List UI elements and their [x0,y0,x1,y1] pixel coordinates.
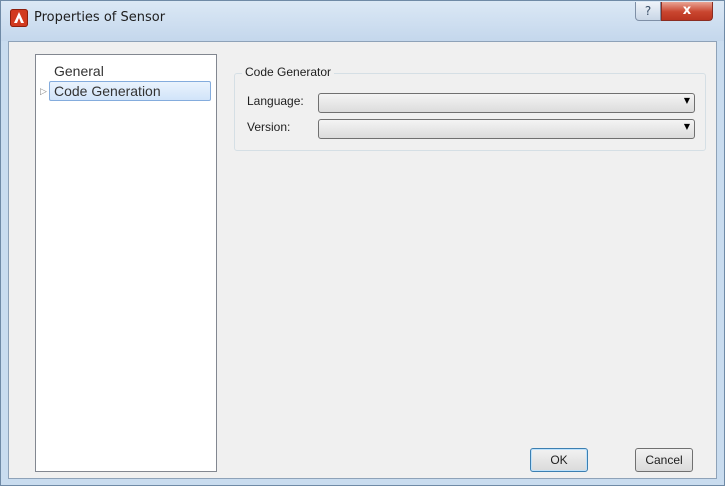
tree-item-label: General [54,63,104,79]
help-button[interactable]: ? [635,2,661,21]
dropdown-arrow-icon: ▼ [683,96,690,105]
expand-arrow-icon[interactable]: ▷ [40,81,47,101]
language-select[interactable]: ▼ [318,93,695,113]
version-label: Version: [247,120,291,134]
app-icon [10,9,28,27]
tree-item-code-generation[interactable]: ▷ Code Generation [36,81,214,101]
tree-item-general[interactable]: General [36,61,214,81]
close-button[interactable]: x [661,2,713,21]
window-title: Properties of Sensor [34,10,166,25]
cancel-button[interactable]: Cancel [635,448,693,472]
code-generator-group: Code Generator Language: ▼ Version: ▼ [234,65,706,151]
dropdown-arrow-icon: ▼ [683,122,690,131]
ok-button[interactable]: OK [530,448,588,472]
category-tree[interactable]: General ▷ Code Generation [35,54,217,472]
dialog-client-area: General ▷ Code Generation Code Generator… [8,41,717,479]
tree-item-label: Code Generation [54,83,161,99]
version-select[interactable]: ▼ [318,119,695,139]
properties-dialog: Properties of Sensor ? x General ▷ Code … [0,0,725,486]
group-legend: Code Generator [242,65,335,79]
title-bar[interactable]: Properties of Sensor ? x [1,1,724,41]
language-label: Language: [247,94,304,108]
